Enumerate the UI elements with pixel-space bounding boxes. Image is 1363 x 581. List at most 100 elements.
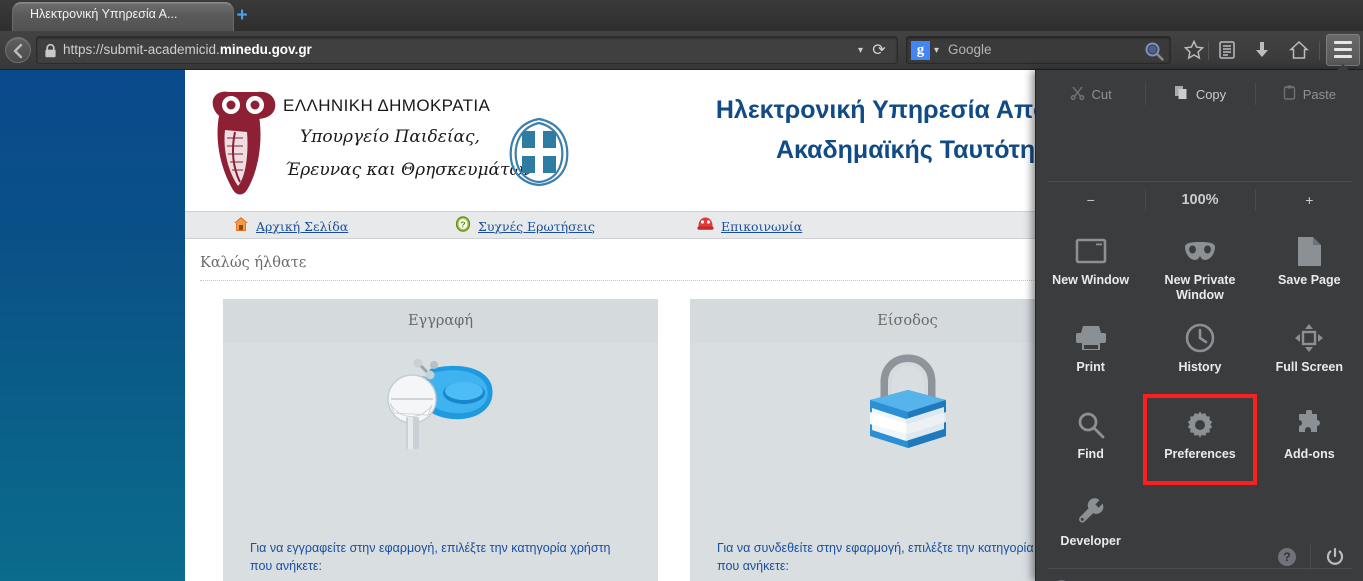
url-text: https://submit-academicid.minedu.gov.gr bbox=[63, 42, 312, 57]
menu-item-new-private-window-label: New Private Window bbox=[1164, 273, 1236, 302]
menu-grid-empty-cell bbox=[1255, 483, 1363, 570]
printer-icon bbox=[1075, 321, 1107, 355]
menu-item-developer[interactable]: Developer bbox=[1036, 483, 1145, 570]
power-icon[interactable] bbox=[1325, 547, 1345, 572]
wrench-icon bbox=[1077, 495, 1105, 529]
toolbar-separator bbox=[1208, 41, 1209, 60]
menu-item-history-label: History bbox=[1178, 360, 1222, 374]
paste-button[interactable]: Paste bbox=[1254, 74, 1363, 114]
panel-footer-separator bbox=[1310, 544, 1311, 570]
home-icon[interactable] bbox=[1285, 36, 1313, 64]
menu-item-print-label: Print bbox=[1076, 360, 1105, 374]
menu-item-sign-in-to-sync[interactable]: Sign in to Sync bbox=[1036, 573, 1363, 581]
scissors-icon bbox=[1070, 85, 1085, 103]
download-arrow-icon[interactable] bbox=[1248, 36, 1276, 64]
registration-card: Εγγραφή Για να εγγραφείτε στην εφαρμογή,… bbox=[223, 299, 658, 581]
clipboard-icon bbox=[1283, 85, 1296, 103]
toolbar-separator bbox=[1319, 41, 1320, 60]
ministry-logo-block: ΕΛΛΗΝΙΚΗ ΔΗΜΟΚΡΑΤΙΑ Υπουργείο Παιδείας, … bbox=[205, 80, 585, 200]
url-scheme-host: https://submit-academicid. bbox=[63, 42, 220, 57]
search-go-icon[interactable] bbox=[1144, 41, 1164, 61]
owl-emblem-icon bbox=[205, 86, 281, 203]
svg-text:?: ? bbox=[460, 219, 465, 229]
new-window-icon bbox=[1075, 234, 1107, 268]
gear-icon bbox=[1185, 408, 1215, 442]
zoom-out-button[interactable]: − bbox=[1036, 182, 1145, 218]
key-with-blue-fob-icon bbox=[223, 339, 658, 469]
puzzle-piece-icon bbox=[1294, 408, 1324, 442]
reload-icon[interactable]: ⟳ bbox=[869, 41, 889, 61]
menu-grid-row: Print History Full Screen bbox=[1036, 309, 1363, 396]
home-icon bbox=[233, 216, 249, 237]
chevron-down-icon[interactable]: ▾ bbox=[858, 45, 863, 56]
menu-item-find-label: Find bbox=[1077, 447, 1104, 461]
menu-item-save-page[interactable]: Save Page bbox=[1255, 222, 1363, 309]
menu-item-preferences-label: Preferences bbox=[1164, 447, 1236, 461]
menu-item-history[interactable]: History bbox=[1145, 309, 1254, 396]
hamburger-line bbox=[1334, 41, 1352, 44]
logo-line-2: Υπουργείο Παιδείας, bbox=[300, 127, 480, 147]
nav-item-contact-label: Επικοινωνία bbox=[721, 218, 803, 234]
padlock-icon bbox=[44, 43, 57, 63]
logo-line-3: Έρευνας και Θρησκευμάτων bbox=[285, 160, 534, 180]
nav-item-faq-label: Συχνές Ερωτήσεις bbox=[478, 218, 596, 234]
menu-item-preferences[interactable]: Preferences bbox=[1143, 394, 1257, 485]
copy-button[interactable]: Copy bbox=[1145, 74, 1254, 114]
clock-icon bbox=[1185, 321, 1215, 355]
nav-item-home[interactable]: Αρχική Σελίδα bbox=[233, 215, 348, 237]
browser-tab-title: Ηλεκτρονική Υπηρεσία Α... bbox=[30, 7, 178, 21]
mask-icon bbox=[1183, 234, 1217, 268]
menu-grid-row: New Window New Private Window Save Page bbox=[1036, 222, 1363, 309]
hamburger-menu-button[interactable] bbox=[1326, 34, 1360, 66]
hamburger-line bbox=[1334, 48, 1352, 51]
menu-item-print[interactable]: Print bbox=[1036, 309, 1145, 396]
url-domain: minedu.gov.gr bbox=[219, 42, 312, 57]
nav-item-contact[interactable]: Επικοινωνία bbox=[697, 215, 802, 237]
logo-line-1: ΕΛΛΗΝΙΚΗ ΔΗΜΟΚΡΑΤΙΑ bbox=[283, 96, 491, 115]
page-background-blue-panel bbox=[0, 70, 185, 581]
zoom-in-button[interactable]: + bbox=[1254, 182, 1363, 218]
menu-grid-row: Find Preferences Add-ons bbox=[1036, 394, 1363, 485]
greek-coat-of-arms-icon bbox=[505, 115, 573, 192]
cut-label: Cut bbox=[1091, 86, 1112, 102]
menu-item-save-page-label: Save Page bbox=[1278, 273, 1341, 287]
welcome-heading: Καλώς ήλθατε bbox=[200, 255, 307, 271]
registration-card-heading: Εγγραφή bbox=[223, 299, 658, 343]
question-mark-icon: ? bbox=[455, 215, 471, 237]
google-g-icon: g bbox=[911, 41, 930, 60]
reader-list-icon[interactable] bbox=[1213, 36, 1241, 64]
url-bar[interactable]: https://submit-academicid.minedu.gov.gr … bbox=[36, 36, 898, 64]
menu-item-new-window[interactable]: New Window bbox=[1036, 222, 1145, 309]
page-icon bbox=[1296, 234, 1322, 268]
search-engine-chevron-icon[interactable]: ▾ bbox=[934, 45, 939, 56]
menu-grid: New Window New Private Window Save Page … bbox=[1036, 222, 1363, 570]
zoom-controls-row: − 100% + bbox=[1036, 182, 1363, 218]
menu-grid-empty-cell bbox=[1145, 483, 1254, 570]
nav-item-faq[interactable]: ? Συχνές Ερωτήσεις bbox=[455, 215, 595, 237]
new-tab-button[interactable]: + bbox=[232, 6, 252, 26]
menu-item-add-ons[interactable]: Add-ons bbox=[1255, 396, 1363, 483]
zoom-level-reset-button[interactable]: 100% bbox=[1145, 182, 1254, 218]
menu-item-full-screen[interactable]: Full Screen bbox=[1255, 309, 1363, 396]
menu-item-add-ons-label: Add-ons bbox=[1283, 447, 1335, 461]
menu-item-full-screen-label: Full Screen bbox=[1275, 360, 1343, 374]
bookmark-star-icon[interactable] bbox=[1180, 36, 1208, 64]
back-button[interactable] bbox=[5, 37, 31, 63]
magnifier-icon bbox=[1077, 408, 1105, 442]
menu-item-find[interactable]: Find bbox=[1036, 396, 1145, 483]
fullscreen-icon bbox=[1294, 321, 1324, 355]
search-input[interactable]: Google bbox=[948, 42, 992, 57]
help-button[interactable]: ? bbox=[1278, 548, 1296, 566]
telephone-icon bbox=[697, 216, 714, 236]
browser-chrome: Ηλεκτρονική Υπηρεσία Α... + https://subm… bbox=[0, 0, 1363, 70]
menu-item-new-private-window[interactable]: New Private Window bbox=[1145, 222, 1254, 309]
cut-button[interactable]: Cut bbox=[1036, 74, 1145, 114]
screenshot-root: ΕΛΛΗΝΙΚΗ ΔΗΜΟΚΡΑΤΙΑ Υπουργείο Παιδείας, … bbox=[0, 0, 1363, 581]
menu-grid-row: Developer bbox=[1036, 483, 1363, 570]
nav-item-home-label: Αρχική Σελίδα bbox=[256, 218, 349, 234]
paste-label: Paste bbox=[1302, 86, 1336, 102]
search-bar[interactable]: g ▾ Google bbox=[906, 36, 1171, 64]
menu-item-developer-label: Developer bbox=[1060, 534, 1121, 548]
edit-commands-row: Cut Copy Paste bbox=[1036, 74, 1363, 114]
copy-icon bbox=[1174, 85, 1189, 103]
